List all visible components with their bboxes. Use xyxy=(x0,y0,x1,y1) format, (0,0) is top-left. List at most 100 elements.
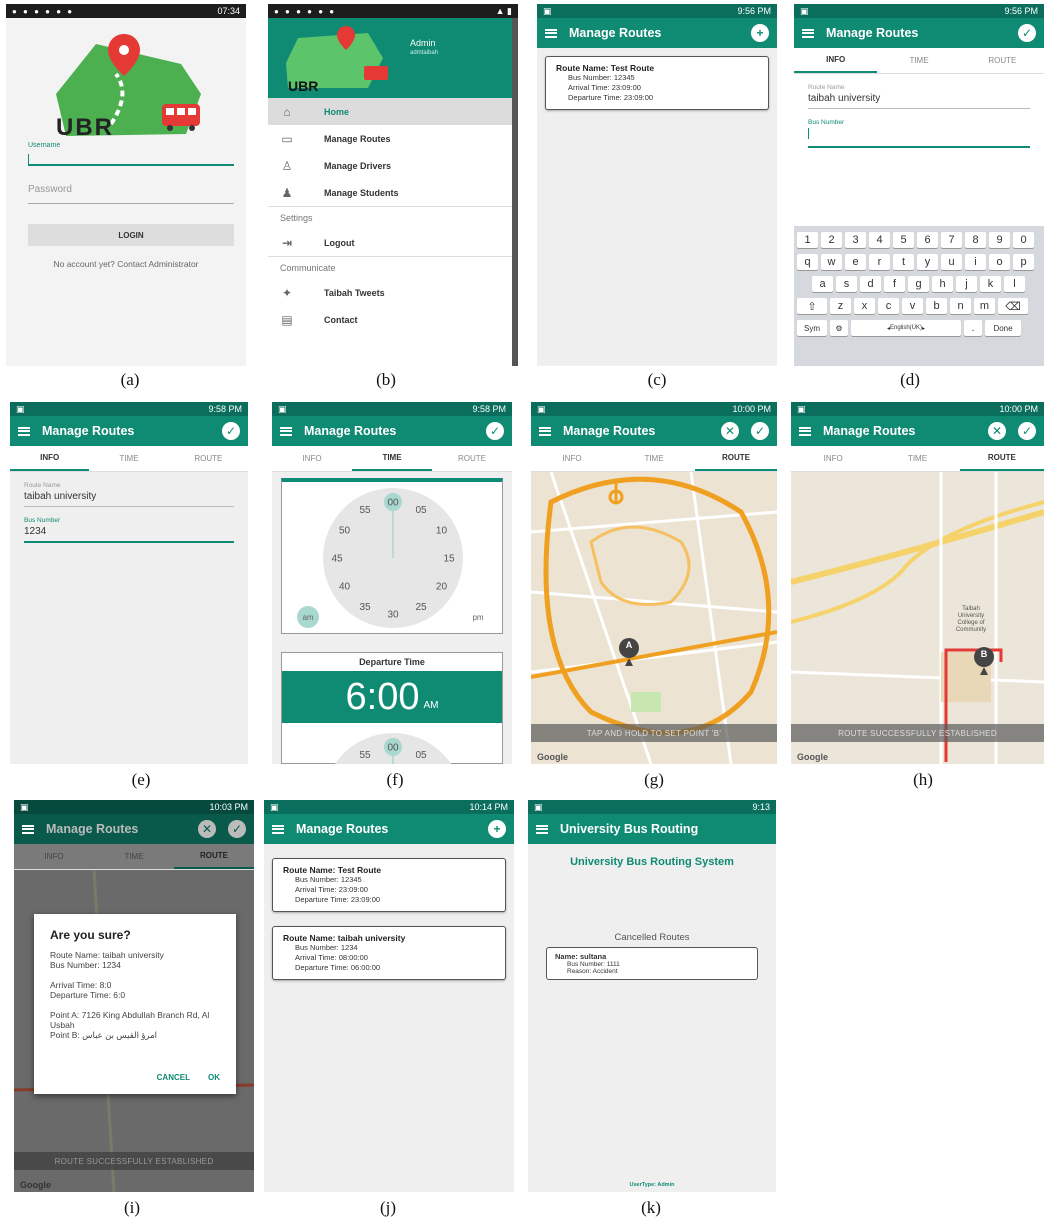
confirm-check-icon[interactable]: ✓ xyxy=(228,820,246,838)
key-4[interactable]: 4 xyxy=(869,232,890,248)
tab-route[interactable]: ROUTE xyxy=(695,446,777,471)
clock-minute-label[interactable]: 10 xyxy=(436,526,448,537)
route-card[interactable]: Route Name: Test Route Bus Number: 12345… xyxy=(272,858,506,912)
tab-route[interactable]: ROUTE xyxy=(959,446,1044,471)
key-2[interactable]: 2 xyxy=(821,232,842,248)
key-g[interactable]: g xyxy=(908,276,929,292)
key-9[interactable]: 9 xyxy=(989,232,1010,248)
confirm-check-icon[interactable]: ✓ xyxy=(486,422,504,440)
drawer-item-logout[interactable]: ⇥ Logout xyxy=(268,229,518,256)
no-account-text[interactable]: No account yet? Contact Administrator xyxy=(6,259,246,269)
key-p[interactable]: p xyxy=(1013,254,1034,270)
pm-label[interactable]: pm xyxy=(472,613,483,622)
key-r[interactable]: r xyxy=(869,254,890,270)
done-key[interactable]: Done xyxy=(985,320,1021,336)
key-0[interactable]: 0 xyxy=(1013,232,1034,248)
sym-key[interactable]: Sym xyxy=(797,320,827,336)
tab-route[interactable]: ROUTE xyxy=(432,446,512,471)
map-view[interactable]: Taibah University College of Community B… xyxy=(791,472,1044,764)
key-7[interactable]: 7 xyxy=(941,232,962,248)
tab-time[interactable]: TIME xyxy=(352,446,432,471)
key-b[interactable]: b xyxy=(926,298,947,314)
period-key[interactable]: . xyxy=(964,320,982,336)
confirm-check-icon[interactable]: ✓ xyxy=(751,422,769,440)
am-label[interactable]: am xyxy=(302,613,313,622)
menu-icon[interactable] xyxy=(272,824,284,834)
username-input[interactable] xyxy=(28,152,234,166)
tab-info[interactable]: INFO xyxy=(531,446,613,471)
key-q[interactable]: q xyxy=(797,254,818,270)
route-card[interactable]: Route Name: taibah university Bus Number… xyxy=(272,926,506,980)
key-v[interactable]: v xyxy=(902,298,923,314)
key-c[interactable]: c xyxy=(878,298,899,314)
key-s[interactable]: s xyxy=(836,276,857,292)
clock-minute-label[interactable]: 35 xyxy=(359,602,371,613)
departure-time-display[interactable]: 6:00 AM xyxy=(282,671,502,723)
tab-route[interactable]: ROUTE xyxy=(961,48,1044,73)
menu-icon[interactable] xyxy=(280,426,292,436)
key-x[interactable]: x xyxy=(854,298,875,314)
menu-icon[interactable] xyxy=(799,426,811,436)
key-8[interactable]: 8 xyxy=(965,232,986,248)
clock-minute-label[interactable]: 40 xyxy=(339,582,351,593)
confirm-check-icon[interactable]: ✓ xyxy=(1018,422,1036,440)
settings-key[interactable]: ⚙ xyxy=(830,320,848,336)
tab-time[interactable]: TIME xyxy=(875,446,959,471)
key-f[interactable]: f xyxy=(884,276,905,292)
clock-minute-label[interactable]: 50 xyxy=(339,526,351,537)
login-button[interactable]: LOGIN xyxy=(28,224,234,246)
key-m[interactable]: m xyxy=(974,298,995,314)
clock-minute-label[interactable]: 15 xyxy=(443,554,455,565)
key-1[interactable]: 1 xyxy=(797,232,818,248)
add-route-button[interactable]: + xyxy=(751,24,769,42)
departure-clock-face[interactable]: 000510152025303540455055 xyxy=(282,723,502,764)
confirm-check-icon[interactable]: ✓ xyxy=(222,422,240,440)
key-3[interactable]: 3 xyxy=(845,232,866,248)
drawer-item-manage-drivers[interactable]: ♙ Manage Drivers xyxy=(268,152,518,179)
key-k[interactable]: k xyxy=(980,276,1001,292)
menu-icon[interactable] xyxy=(802,28,814,38)
key-u[interactable]: u xyxy=(941,254,962,270)
tab-time[interactable]: TIME xyxy=(89,446,168,471)
route-name-field[interactable]: taibah university xyxy=(808,93,1030,109)
clock-minute-label[interactable]: 05 xyxy=(415,750,427,761)
clock-minute-label[interactable]: 05 xyxy=(415,505,427,516)
key-h[interactable]: h xyxy=(932,276,953,292)
bus-number-field[interactable]: 1234 xyxy=(24,526,234,543)
add-route-button[interactable]: + xyxy=(488,820,506,838)
key-a[interactable]: a xyxy=(812,276,833,292)
key-i[interactable]: i xyxy=(965,254,986,270)
drawer-item-manage-students[interactable]: ♟ Manage Students xyxy=(268,179,518,206)
tab-time[interactable]: TIME xyxy=(94,844,174,869)
key-d[interactable]: d xyxy=(860,276,881,292)
key-t[interactable]: t xyxy=(893,254,914,270)
key-e[interactable]: e xyxy=(845,254,866,270)
tab-info[interactable]: INFO xyxy=(272,446,352,471)
key-n[interactable]: n xyxy=(950,298,971,314)
menu-icon[interactable] xyxy=(18,426,30,436)
backspace-key[interactable]: ⌫ xyxy=(998,298,1028,314)
clock-minute-label[interactable]: 55 xyxy=(359,505,371,516)
clock-minute-label[interactable]: 45 xyxy=(331,554,343,565)
confirm-check-icon[interactable]: ✓ xyxy=(1018,24,1036,42)
drawer-item-tweets[interactable]: ✦ Taibah Tweets xyxy=(268,279,518,306)
tab-info[interactable]: INFO xyxy=(14,844,94,869)
tab-route[interactable]: ROUTE xyxy=(174,844,254,869)
tab-time[interactable]: TIME xyxy=(613,446,695,471)
cancelled-route-card[interactable]: Name: sultana Bus Number: 1111 Reason: A… xyxy=(546,947,758,980)
clock-minute-label[interactable]: 55 xyxy=(359,750,371,761)
drawer-item-contact[interactable]: ▤ Contact xyxy=(268,306,518,333)
clock-face[interactable]: 00 05 10 15 20 25 30 35 40 45 50 55 am pm xyxy=(282,482,502,632)
drawer-item-manage-routes[interactable]: ▭ Manage Routes xyxy=(268,125,518,152)
dialog-ok-button[interactable]: OK xyxy=(208,1073,220,1082)
key-5[interactable]: 5 xyxy=(893,232,914,248)
drawer-item-home[interactable]: ⌂ Home xyxy=(268,98,518,125)
key-l[interactable]: l xyxy=(1004,276,1025,292)
map-marker-b[interactable]: B xyxy=(978,649,990,659)
clock-minute-label[interactable]: 00 xyxy=(387,743,399,754)
cancel-x-icon[interactable]: ✕ xyxy=(198,820,216,838)
key-j[interactable]: j xyxy=(956,276,977,292)
menu-icon[interactable] xyxy=(22,824,34,834)
tab-time[interactable]: TIME xyxy=(877,48,960,73)
bus-number-field[interactable] xyxy=(808,128,1030,148)
